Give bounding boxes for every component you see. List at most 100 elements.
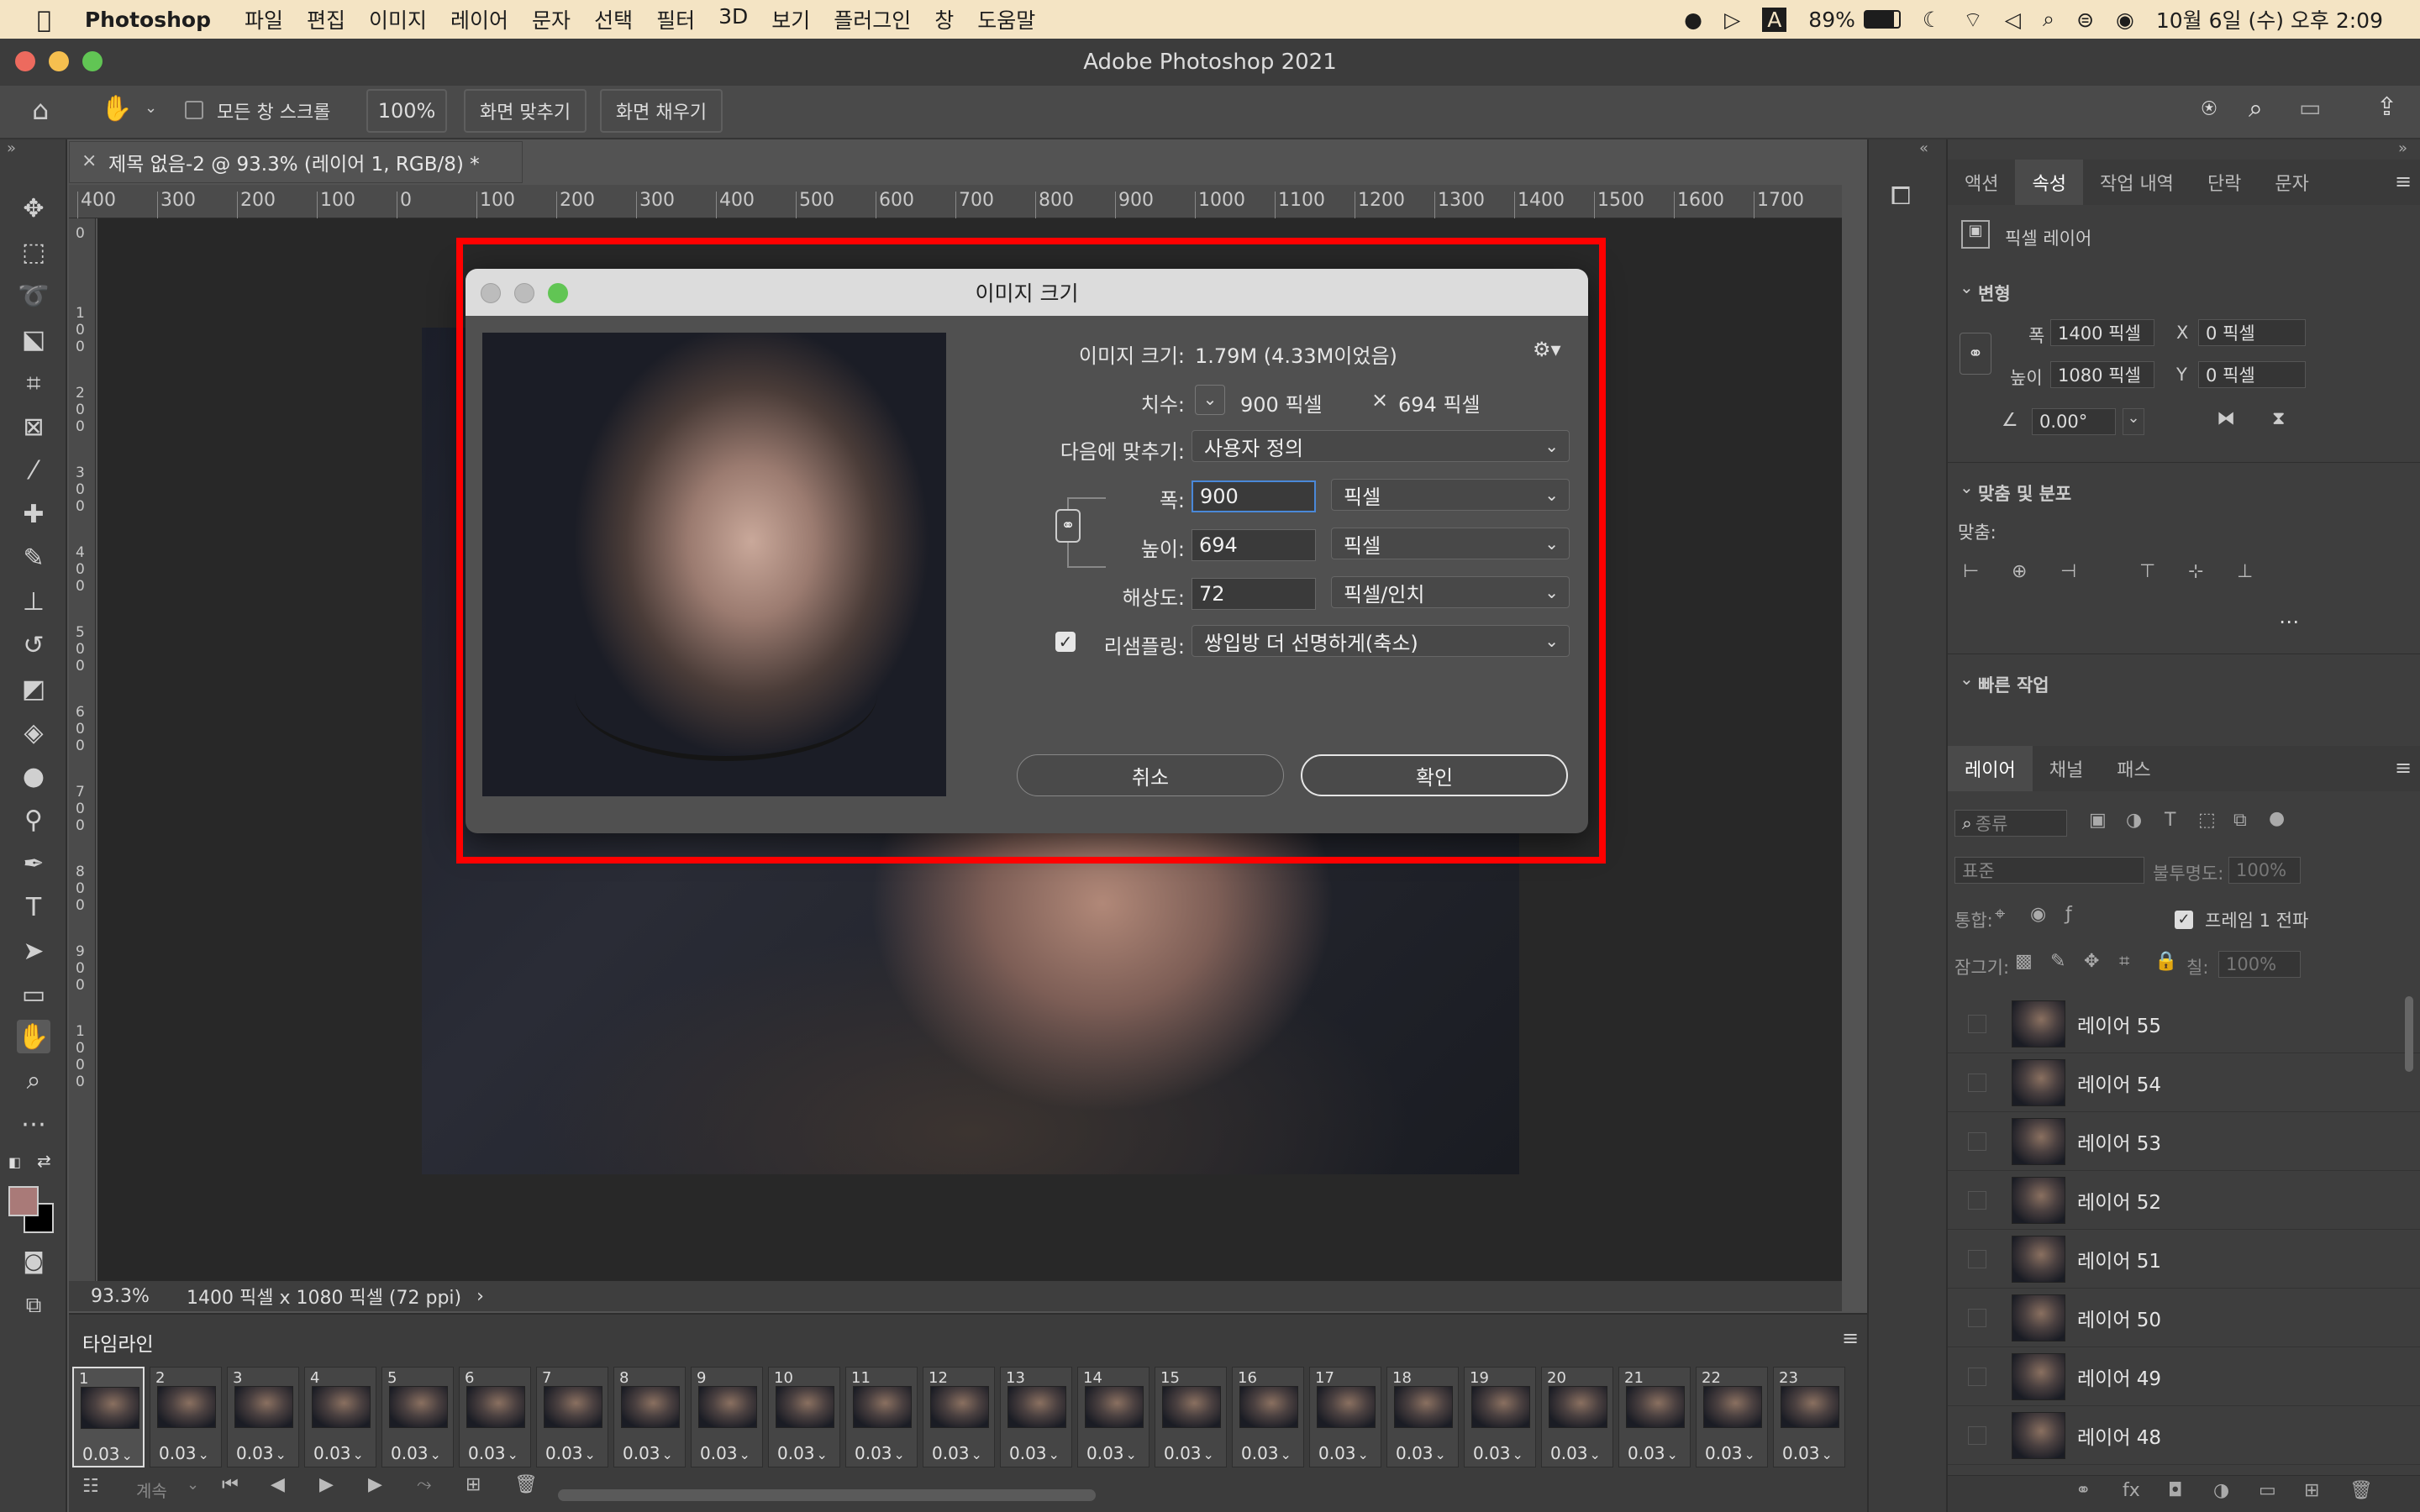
unify-style-icon[interactable]: ƒ (2065, 904, 2072, 925)
duplicate-frame-icon[interactable]: ⊞ (466, 1474, 481, 1495)
share-search-icon[interactable]: ⍟ (2202, 94, 2217, 123)
timeline-frame[interactable]: 9 0.03 ⌄ (691, 1367, 763, 1467)
delete-layer-icon[interactable]: 🗑 (2349, 1480, 2373, 1501)
frame-delay[interactable]: 0.03 ⌄ (1782, 1443, 1833, 1463)
lock-transparent-icon[interactable]: ▩ (2015, 951, 2033, 972)
frame-delay[interactable]: 0.03 ⌄ (623, 1443, 673, 1463)
timeline-frame[interactable]: 17 0.03 ⌄ (1309, 1367, 1381, 1467)
panel-menu-icon[interactable]: ≡ (2395, 756, 2412, 780)
filter-adjust-icon[interactable]: ◑ (2126, 810, 2142, 831)
siri-icon[interactable]: ◉ (2116, 8, 2134, 32)
chevron-down-icon[interactable]: ⌄ (145, 99, 157, 117)
chevron-right-icon[interactable]: › (476, 1286, 484, 1307)
stamp-tool-icon[interactable]: ⊥ (17, 585, 50, 618)
blur-tool-icon[interactable]: ● (17, 759, 50, 793)
filter-shape-icon[interactable]: ⬚ (2198, 810, 2216, 831)
height-field[interactable]: 1080 픽셀 (2050, 361, 2154, 388)
tab-2[interactable]: 작업 내역 (2083, 160, 2191, 205)
layer-row[interactable]: 레이어 54 (1948, 1053, 2420, 1112)
angle-field[interactable]: 0.00° (2032, 408, 2116, 435)
frame-delay[interactable]: 0.03 ⌄ (1705, 1443, 1755, 1463)
menu-item[interactable]: 문자 (532, 4, 571, 34)
layer-name[interactable]: 레이어 52 (2077, 1186, 2161, 1215)
frame-delay[interactable]: 0.03 ⌄ (545, 1443, 596, 1463)
quick-actions-header[interactable]: 빠른 작업 (1978, 672, 2049, 697)
link-layers-icon[interactable]: ⚭ (2075, 1480, 2091, 1501)
timeline-frame[interactable]: 10 0.03 ⌄ (768, 1367, 840, 1467)
frame-delay[interactable]: 0.03 ⌄ (82, 1444, 133, 1464)
play-icon[interactable]: ▶ (319, 1474, 334, 1495)
menu-item[interactable]: 플러그인 (834, 4, 911, 34)
filter-toggle-icon[interactable]: ● (2269, 808, 2285, 829)
menu-item[interactable]: 편집 (307, 4, 345, 34)
input-source-icon[interactable]: A (1762, 7, 1787, 32)
layer-name[interactable]: 레이어 50 (2077, 1304, 2161, 1332)
layer-row[interactable]: 레이어 52 (1948, 1171, 2420, 1230)
control-center-icon[interactable]: ⊜ (2076, 8, 2094, 32)
flip-horizontal-icon[interactable]: ⧓ (2217, 408, 2235, 429)
scroll-all-checkbox[interactable] (185, 101, 203, 119)
screen-mode-icon[interactable]: ⧉ (17, 1289, 50, 1322)
default-colors-icon[interactable]: ◧ (8, 1154, 21, 1170)
minimize-window-button[interactable] (49, 51, 69, 71)
visibility-toggle[interactable] (1968, 1131, 1986, 1151)
timeline-frame[interactable]: 19 0.03 ⌄ (1464, 1367, 1536, 1467)
layer-row[interactable]: 레이어 48 (1948, 1406, 2420, 1465)
menu-item[interactable]: 창 (934, 4, 954, 34)
frame-delay[interactable]: 0.03 ⌄ (1086, 1443, 1137, 1463)
lasso-tool-icon[interactable]: ➰ (17, 279, 50, 312)
menu-item[interactable]: 도움말 (977, 4, 1035, 34)
notification-icon[interactable]: ● (1684, 8, 1702, 32)
chevron-down-icon[interactable]: ⌄ (2123, 408, 2144, 435)
width-field[interactable]: 1400 픽셀 (2050, 319, 2154, 346)
convert-timeline-icon[interactable]: ☷ (82, 1476, 99, 1497)
frame-delay[interactable]: 0.03 ⌄ (700, 1443, 750, 1463)
frame-delay[interactable]: 0.03 ⌄ (777, 1443, 828, 1463)
frame-delay[interactable]: 0.03 ⌄ (1628, 1443, 1678, 1463)
timeline-frame[interactable]: 11 0.03 ⌄ (845, 1367, 918, 1467)
chevron-down-icon[interactable]: ⌄ (1960, 669, 1974, 689)
layers-tab-1[interactable]: 채널 (2033, 746, 2100, 791)
menu-item[interactable]: 3D (718, 4, 748, 34)
workspace-icon[interactable]: ▭ (2299, 94, 2321, 122)
transform-header[interactable]: 변형 (1978, 281, 2011, 306)
foreground-color-swatch[interactable] (8, 1186, 39, 1216)
fx-icon[interactable]: fx (2123, 1480, 2140, 1501)
timeline-frame[interactable]: 18 0.03 ⌄ (1386, 1367, 1459, 1467)
healing-tool-icon[interactable]: ✚ (17, 497, 50, 531)
collapse-icon[interactable]: « (1919, 139, 1928, 157)
frame-delay[interactable]: 0.03 ⌄ (313, 1443, 364, 1463)
swap-colors-icon[interactable]: ⇄ (37, 1151, 51, 1171)
layers-scrollbar[interactable] (2405, 996, 2413, 1072)
frame-delay[interactable]: 0.03 ⌄ (236, 1443, 287, 1463)
quick-mask-icon[interactable]: ◙ (17, 1245, 50, 1278)
prev-frame-icon[interactable]: ◀ (271, 1474, 285, 1495)
menu-item[interactable]: 보기 (771, 4, 810, 34)
zoom-tool-icon[interactable]: ⌕ (17, 1063, 50, 1097)
frame-delay[interactable]: 0.03 ⌄ (159, 1443, 209, 1463)
menu-item[interactable]: 이미지 (369, 4, 427, 34)
tab-4[interactable]: 문자 (2258, 160, 2325, 205)
menu-item[interactable]: 필터 (656, 4, 695, 34)
align-bottom-icon[interactable]: ⊥ (2237, 561, 2253, 582)
timeline-frame[interactable]: 13 0.03 ⌄ (1000, 1367, 1072, 1467)
group-icon[interactable]: ▭ (2259, 1480, 2276, 1501)
fill-field[interactable]: 100% (2218, 951, 2301, 978)
filter-smart-icon[interactable]: ⧉ (2233, 810, 2247, 831)
layer-filter-select[interactable]: ⌕ 종류 (1954, 810, 2067, 837)
align-vcenter-icon[interactable]: ⊹ (2188, 561, 2203, 582)
pen-tool-icon[interactable]: ✒ (17, 847, 50, 880)
frame-delay[interactable]: 0.03 ⌄ (1009, 1443, 1060, 1463)
timeline-frame[interactable]: 14 0.03 ⌄ (1077, 1367, 1150, 1467)
align-top-icon[interactable]: ⊤ (2139, 561, 2155, 582)
lock-artboard-icon[interactable]: ⌗ (2119, 951, 2129, 972)
move-tool-icon[interactable]: ✥ (17, 192, 50, 225)
zoom-window-button[interactable] (82, 51, 103, 71)
filter-pixel-icon[interactable]: ▣ (2089, 810, 2107, 831)
tab-1[interactable]: 속성 (2015, 160, 2083, 205)
moon-icon[interactable]: ☾ (1923, 8, 1941, 32)
menu-item[interactable]: 선택 (594, 4, 633, 34)
search-icon[interactable]: ⌕ (2043, 7, 2054, 32)
frame-delay[interactable]: 0.03 ⌄ (468, 1443, 518, 1463)
x-field[interactable]: 0 픽셀 (2198, 319, 2306, 346)
